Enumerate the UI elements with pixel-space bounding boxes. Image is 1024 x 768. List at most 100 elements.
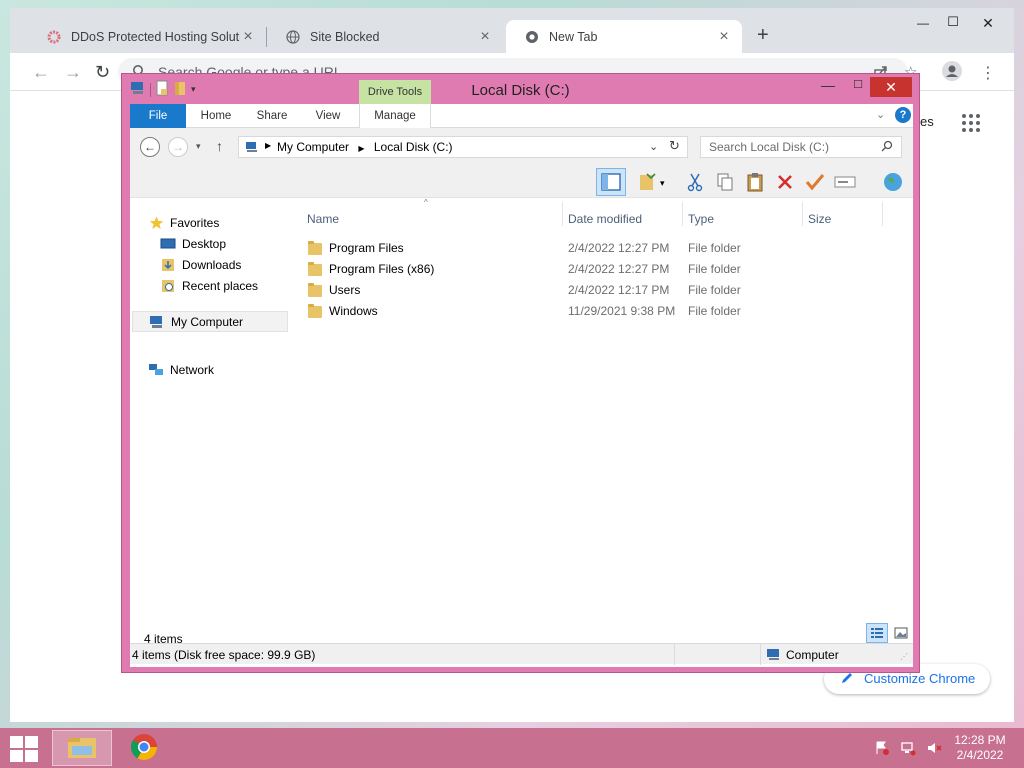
preview-pane-icon[interactable]	[596, 168, 626, 196]
file-row[interactable]: Program Files (x86) 2/4/2022 12:27 PM Fi…	[300, 259, 912, 280]
volume-muted-icon[interactable]	[926, 740, 942, 759]
column-name[interactable]: Name	[307, 212, 339, 226]
maximize-icon[interactable]: ☐	[846, 78, 870, 91]
back-icon[interactable]: ←	[140, 137, 160, 157]
address-dropdown-icon[interactable]: ⌄	[649, 140, 658, 153]
recent-places-icon	[160, 279, 176, 293]
column-type[interactable]: Type	[688, 212, 714, 226]
folder-icon	[308, 240, 322, 255]
tab-manage[interactable]: Manage	[359, 104, 431, 128]
breadcrumb-chevron-icon[interactable]: ▶	[265, 141, 271, 150]
column-divider[interactable]	[682, 202, 683, 226]
nav-desktop[interactable]: Desktop	[160, 237, 226, 251]
tab-ddos-hosting[interactable]: DDoS Protected Hosting Solution ×	[28, 20, 266, 53]
network-icon	[148, 363, 164, 377]
search-icon[interactable]	[881, 140, 893, 155]
shortcut-label-fragment[interactable]: es	[920, 114, 934, 129]
nav-label: Favorites	[170, 216, 220, 230]
maximize-icon[interactable]: ☐	[938, 14, 968, 30]
chrome-logo-icon	[129, 732, 159, 765]
checkmark-icon[interactable]	[802, 170, 828, 194]
tab-site-blocked[interactable]: Site Blocked ×	[267, 20, 503, 53]
desktop-icon	[160, 237, 176, 251]
computer-icon	[245, 141, 259, 156]
file-row[interactable]: Users 2/4/2022 12:17 PM File folder	[300, 280, 912, 301]
type-cell: File folder	[688, 283, 741, 297]
recent-locations-icon[interactable]: ▾	[196, 141, 201, 152]
downloads-icon	[160, 258, 176, 272]
rename-icon[interactable]	[832, 170, 858, 194]
address-row: ← → ▾ ↑ ▶ My Computer ▶ Local Disk (C:) …	[130, 128, 913, 166]
breadcrumb-local-disk[interactable]: Local Disk (C:)	[374, 140, 453, 154]
computer-icon	[149, 315, 165, 329]
file-row[interactable]: Program Files 2/4/2022 12:27 PM File fol…	[300, 238, 912, 259]
search-input[interactable]: Search Local Disk (C:)	[700, 136, 902, 158]
globe-network-icon[interactable]	[880, 170, 906, 194]
start-windows-icon[interactable]	[10, 736, 38, 762]
breadcrumb-my-computer[interactable]: My Computer	[277, 140, 349, 154]
file-row[interactable]: Windows 11/29/2021 9:38 PM File folder	[300, 301, 912, 322]
file-explorer-icon	[66, 734, 98, 763]
sort-ascending-icon: ^	[424, 198, 428, 207]
nav-my-computer[interactable]: My Computer	[132, 311, 288, 332]
status-bar: 4 items (Disk free space: 99.9 GB) Compu…	[130, 643, 913, 665]
action-center-flag-icon[interactable]	[874, 740, 890, 759]
up-arrow-icon[interactable]: ↑	[216, 138, 223, 154]
copy-icon[interactable]	[712, 170, 738, 194]
delete-icon[interactable]	[772, 170, 798, 194]
taskbar-chrome[interactable]	[114, 730, 174, 766]
nav-label: Desktop	[182, 237, 227, 251]
close-icon[interactable]: ✕	[968, 15, 1008, 32]
resize-grip-icon[interactable]: ⋰	[900, 652, 908, 661]
profile-avatar-icon[interactable]	[942, 61, 962, 81]
address-bar[interactable]: ▶ My Computer ▶ Local Disk (C:) ⌄ ↻	[238, 136, 688, 158]
tab-close-icon[interactable]: ×	[240, 28, 256, 45]
refresh-icon[interactable]: ↻	[669, 138, 680, 154]
date-modified-cell: 2/4/2022 12:27 PM	[568, 262, 670, 276]
nav-label: My Computer	[171, 314, 244, 329]
large-icons-view-icon[interactable]	[890, 623, 912, 643]
column-divider[interactable]	[882, 202, 883, 226]
tab-close-icon[interactable]: ×	[716, 28, 732, 45]
forward-icon[interactable]: →	[168, 137, 188, 157]
nav-recent-places[interactable]: Recent places	[160, 279, 258, 293]
explorer-title-bar[interactable]: ▾ Drive Tools Local Disk (C:) — ☐ ✕	[122, 74, 919, 104]
cut-icon[interactable]	[682, 170, 708, 194]
column-date-modified[interactable]: Date modified	[568, 212, 642, 226]
reload-icon[interactable]: ↻	[95, 62, 110, 83]
forward-icon[interactable]: →	[64, 62, 82, 83]
star-icon	[148, 216, 164, 230]
tab-file[interactable]: File	[130, 104, 186, 128]
tab-home[interactable]: Home	[190, 104, 242, 128]
date-modified-cell: 2/4/2022 12:27 PM	[568, 241, 670, 255]
taskbar-clock[interactable]: 12:28 PM 2/4/2022	[950, 733, 1010, 763]
close-icon[interactable]: ✕	[870, 77, 912, 97]
tab-new-tab[interactable]: New Tab ×	[506, 20, 742, 53]
column-divider[interactable]	[562, 202, 563, 226]
column-divider[interactable]	[802, 202, 803, 226]
minimize-icon[interactable]: —	[816, 77, 840, 93]
nav-downloads[interactable]: Downloads	[160, 258, 241, 272]
tab-view[interactable]: View	[302, 104, 354, 128]
menu-kebab-icon[interactable]: ⋮	[980, 63, 996, 83]
help-icon[interactable]: ?	[895, 107, 911, 123]
dropdown-arrow-icon[interactable]: ▾	[660, 178, 665, 189]
apps-grid-icon[interactable]	[962, 114, 980, 132]
paste-icon[interactable]	[742, 170, 768, 194]
expand-ribbon-icon[interactable]: ⌄	[876, 108, 885, 121]
column-size[interactable]: Size	[808, 212, 831, 226]
nav-favorites[interactable]: Favorites	[148, 216, 219, 230]
taskbar-file-explorer[interactable]	[52, 730, 112, 766]
new-folder-icon[interactable]	[634, 170, 660, 194]
breadcrumb-chevron-icon[interactable]: ▶	[358, 144, 364, 153]
details-view-icon[interactable]	[866, 623, 888, 643]
new-tab-button[interactable]: +	[757, 24, 769, 47]
back-icon[interactable]: ←	[32, 62, 50, 83]
network-icon[interactable]	[900, 740, 916, 759]
type-cell: File folder	[688, 262, 741, 276]
tab-close-icon[interactable]: ×	[477, 28, 493, 45]
nav-network[interactable]: Network	[148, 363, 214, 377]
tab-share[interactable]: Share	[246, 104, 298, 128]
ribbon-tab-bar: File Home Share View Manage ⌄ ?	[130, 104, 913, 128]
minimize-icon[interactable]: —	[908, 16, 938, 30]
